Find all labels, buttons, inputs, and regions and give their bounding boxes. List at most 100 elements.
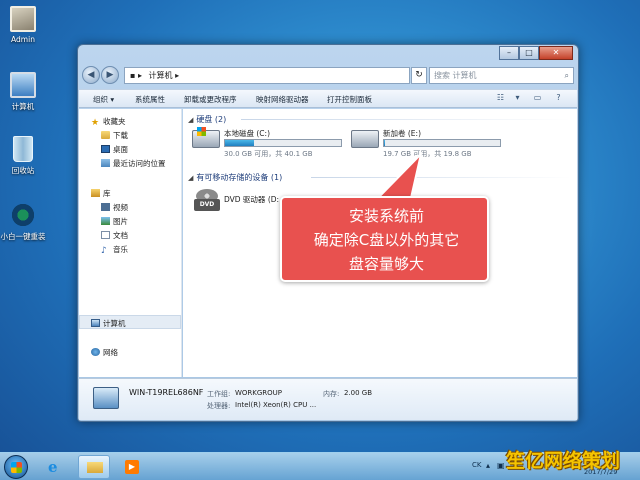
computer-icon [10,72,36,98]
sidebar-item-label: 最近访问的位置 [113,159,166,168]
breadcrumb-separator: ▸ [175,71,180,80]
internet-explorer-icon: e [48,458,58,476]
collapse-triangle-icon[interactable]: ◢ [188,116,193,124]
desktop-icon-label: Admin [11,35,35,44]
sidebar-item-recent[interactable]: 最近访问的位置 [101,158,166,169]
sidebar-item-label: 网络 [103,348,118,357]
minimize-button[interactable]: – [499,46,519,60]
refresh-icon[interactable]: ↻ [411,67,427,84]
user-folder-icon [10,6,36,32]
drive-name: 本地磁盘 (C:) [224,129,270,138]
search-input[interactable]: 搜索 计算机 ⌕ [429,67,574,84]
drive-space-info: 30.0 GB 可用，共 40.1 GB [224,150,313,158]
document-icon [101,231,110,239]
tray-arrow-icon[interactable]: ▴ [486,461,490,470]
help-icon[interactable]: ? [552,93,565,105]
forward-arrow-icon[interactable]: ▶ [101,66,119,84]
dvd-drive-icon: DVD [192,189,220,213]
search-icon[interactable]: ⌕ [565,68,569,83]
back-arrow-icon[interactable]: ◀ [82,66,100,84]
navigation-pane: ★收藏夹 下载 桌面 最近访问的位置 库 视频 图片 文档 ♪ 音乐 计算机 [79,109,182,377]
drive-name: 新加卷 (E:) [383,129,422,138]
taskbar-media-player[interactable]: ▶ [116,455,148,479]
input-method-indicator[interactable]: CK [472,461,481,469]
recycle-bin-icon [13,136,33,162]
sidebar-item-downloads[interactable]: 下载 [101,130,128,141]
sidebar-item-videos[interactable]: 视频 [101,202,128,213]
sidebar-item-label: 视频 [113,203,128,212]
maximize-button[interactable]: □ [519,46,539,60]
reinstall-tool-icon [10,202,36,228]
address-bar[interactable]: ▪ ▸ 计算机 ▸ [124,67,410,84]
start-button[interactable] [4,455,28,479]
desktop-icon-computer[interactable]: 计算机 [0,72,46,112]
processor-value: Intel(R) Xeon(R) CPU ... [235,401,317,409]
map-network-drive-button[interactable]: 映射网络驱动器 [256,94,309,105]
sidebar-item-documents[interactable]: 文档 [101,230,128,241]
system-properties-button[interactable]: 系统属性 [135,94,165,105]
desktop-icon-label: 计算机 [11,102,35,111]
sidebar-item-label: 图片 [113,217,128,226]
sidebar-item-desktop[interactable]: 桌面 [101,144,128,155]
organize-menu[interactable]: 组织 ▾ [93,94,114,105]
workgroup-value: WORKGROUP [235,389,283,397]
memory-label: 内存: [323,390,340,398]
group-title: 有可移动存储的设备 (1) [196,173,283,182]
drive-usage-fill [225,140,254,146]
network-tray-icon[interactable]: ▣ [497,461,505,470]
open-control-panel-button[interactable]: 打开控制面板 [327,94,372,105]
system-drive-icon [192,127,220,148]
group-divider [311,177,571,178]
view-options-icon[interactable]: ☷ [494,93,507,105]
watermark: 笙亿网络策划 [506,450,621,472]
desktop-icon-reinstall[interactable]: 小白一键重装 [0,202,46,242]
download-folder-icon [101,131,110,139]
group-title: 硬盘 (2) [196,115,227,124]
star-icon: ★ [91,118,100,128]
removable-header[interactable]: ◢ 有可移动存储的设备 (1) [188,172,282,183]
breadcrumb-computer[interactable]: 计算机 [149,71,173,80]
sidebar-item-computer[interactable]: 计算机 [91,318,126,329]
collapse-triangle-icon[interactable]: ◢ [188,174,193,182]
sidebar-item-network[interactable]: 网络 [91,347,118,358]
desktop-icon-admin[interactable]: Admin [0,6,46,44]
view-dropdown-icon[interactable]: ▾ [511,93,524,105]
taskbar-internet-explorer[interactable]: e [40,455,72,479]
computer-name: WIN-T19REL686NF [129,388,204,397]
memory-value: 2.00 GB [344,389,373,397]
folder-icon [87,462,103,473]
navigation-row: ◀ ▶ ▪ ▸ 计算机 ▸ ↻ 搜索 计算机 ⌕ [82,66,574,86]
callout-line: 盘容量够大 [348,255,424,273]
sidebar-item-libraries[interactable]: 库 [91,188,111,199]
desktop-icon-label: 回收站 [11,166,35,175]
sidebar-item-label: 下载 [113,131,128,140]
desktop-icon-recycle-bin[interactable]: 回收站 [0,136,46,176]
callout-line: 确定除C盘以外的其它 [313,231,460,249]
sidebar-item-pictures[interactable]: 图片 [101,216,128,227]
sidebar-item-label: 桌面 [113,145,128,154]
workgroup-label: 工作组: [207,390,231,398]
close-button[interactable]: ✕ [539,46,573,60]
group-divider [241,119,571,120]
computer-small-icon: ▪ [130,71,136,80]
music-note-icon: ♪ [101,246,107,256]
library-icon [91,189,100,197]
hard-disks-header[interactable]: ◢ 硬盘 (2) [188,114,226,125]
processor-label: 处理器: [207,402,231,410]
sidebar-item-label: 计算机 [103,319,126,328]
sidebar-item-music[interactable]: ♪ 音乐 [101,244,128,256]
drive-usage-bar [383,139,501,147]
picture-icon [101,217,110,225]
desktop-icon-label: 小白一键重装 [0,232,46,241]
sidebar-item-label: 库 [103,189,111,198]
drive-name: DVD 驱动器 (D: [224,195,280,204]
sidebar-item-label: 收藏夹 [103,117,126,126]
preview-pane-icon[interactable]: ▭ [531,93,544,105]
callout-line: 安装系统前 [348,207,424,225]
title-bar[interactable]: – □ ✕ [78,45,578,63]
sidebar-item-favorites[interactable]: ★ 收藏夹 [91,116,126,128]
uninstall-program-button[interactable]: 卸载或更改程序 [184,94,237,105]
computer-icon [93,387,119,409]
taskbar-explorer[interactable] [78,455,110,479]
network-icon [91,348,100,356]
